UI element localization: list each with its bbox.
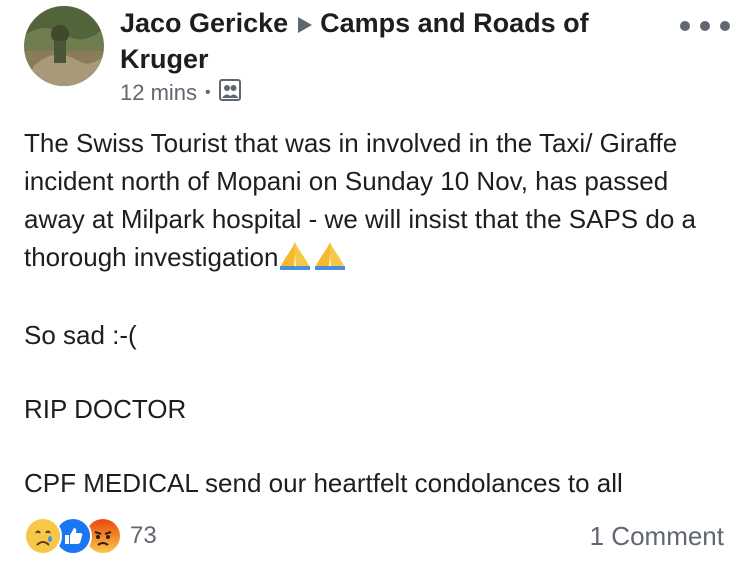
post-body: The Swiss Tourist that was in involved i… [24,124,724,502]
post-paragraph: RIP DOCTOR [24,394,187,424]
folded-hands-icon [278,240,348,280]
sad-reaction-icon [24,517,62,555]
separator-dot: • [205,84,211,101]
post-paragraph: So sad :-( [24,320,137,350]
reactions-summary[interactable]: 73 [24,516,157,556]
more-options-button[interactable] [680,14,730,38]
comments-count-link[interactable]: 1 Comment [590,516,724,556]
author-name[interactable]: Jaco Gericke [120,8,288,38]
post-paragraph: CPF MEDICAL send our heartfelt condolanc… [24,468,623,498]
dot-icon [700,21,710,31]
reaction-count: 73 [130,522,157,549]
dot-icon [680,21,690,31]
post-time[interactable]: 12 mins [120,80,197,106]
group-icon [218,79,241,107]
dot-icon [720,21,730,31]
post-header: Jaco Gericke Camps and Roads of Kruger [120,5,660,77]
author-avatar[interactable] [24,6,104,86]
post-paragraph: The Swiss Tourist that was in involved i… [24,124,724,280]
arrow-right-icon [294,5,314,41]
post-meta: 12 mins • [120,78,241,108]
